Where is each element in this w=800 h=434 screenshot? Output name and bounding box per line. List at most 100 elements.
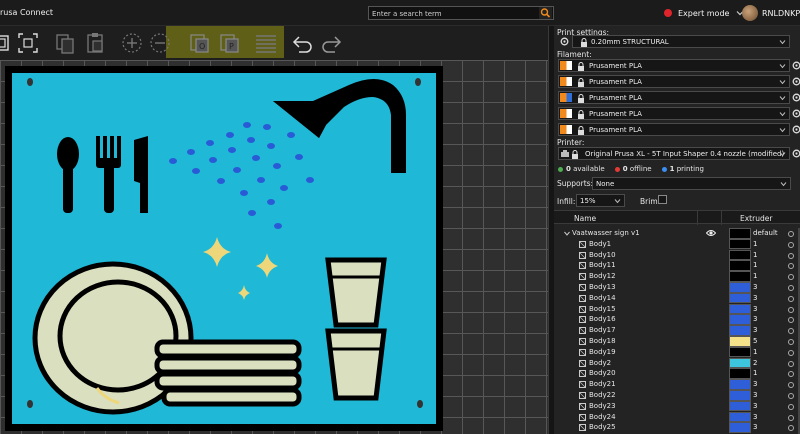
gear-icon[interactable]: [792, 149, 800, 158]
search-icon[interactable]: [539, 7, 552, 19]
extruder-dropdown-icon[interactable]: [788, 349, 794, 356]
extruder-dropdown-icon[interactable]: [788, 425, 794, 432]
extruder-value[interactable]: 3: [753, 305, 757, 313]
filament-color-swatch[interactable]: [560, 109, 572, 118]
filament-select[interactable]: Prusament PLA: [558, 75, 790, 88]
extruder-dropdown-icon[interactable]: [788, 306, 794, 313]
print-profile-select[interactable]: 0.20mm STRUCTURAL: [572, 35, 790, 48]
object-row[interactable]: Vaatwasser sign v1 default: [554, 228, 800, 239]
extruder-value[interactable]: 2: [753, 359, 757, 367]
body-row[interactable]: Body1 1: [554, 238, 800, 250]
extruder-value[interactable]: 3: [753, 413, 757, 421]
user-account[interactable]: RNLDNKP: [742, 4, 800, 22]
extruder-value[interactable]: 1: [753, 251, 757, 259]
gear-icon[interactable]: [792, 77, 800, 86]
extruder-value[interactable]: default: [753, 229, 778, 237]
extruder-value[interactable]: 1: [753, 240, 757, 248]
gear-icon[interactable]: [792, 93, 800, 102]
printer-select[interactable]: Original Prusa XL - 5T Input Shaper 0.4 …: [558, 147, 790, 160]
add-instance-icon[interactable]: [120, 30, 144, 56]
extruder-dropdown-icon[interactable]: [788, 328, 794, 335]
model-vaatwasser-sign[interactable]: [1, 63, 444, 434]
body-row[interactable]: Body22 3: [554, 390, 800, 401]
extruder-dropdown-icon[interactable]: [788, 241, 794, 248]
split-to-objects-icon[interactable]: O: [188, 30, 212, 56]
gear-icon[interactable]: [792, 109, 800, 118]
brim-checkbox[interactable]: [658, 195, 667, 204]
name-column-header[interactable]: Name: [574, 214, 596, 223]
body-row[interactable]: Body2 2: [554, 357, 800, 369]
extruder-value[interactable]: 5: [753, 337, 757, 345]
extruder-dropdown-icon[interactable]: [788, 317, 794, 324]
body-row[interactable]: Body11 1: [554, 260, 800, 271]
arrange-icon[interactable]: [0, 30, 14, 56]
redo-icon[interactable]: [320, 30, 344, 56]
filament-color-swatch[interactable]: [560, 93, 572, 102]
body-row[interactable]: Body18 5: [554, 336, 800, 347]
extruder-dropdown-icon[interactable]: [788, 285, 794, 291]
extruder-value[interactable]: 1: [753, 261, 757, 269]
undo-icon[interactable]: [290, 30, 314, 56]
app-title[interactable]: rusa Connect: [0, 8, 53, 17]
paste-icon[interactable]: [84, 30, 108, 56]
extruder-value[interactable]: 1: [753, 272, 757, 280]
search-input[interactable]: [372, 8, 532, 19]
body-row[interactable]: Body12 1: [554, 271, 800, 282]
extruder-dropdown-icon[interactable]: [788, 295, 794, 302]
filament-select[interactable]: Prusament PLA: [558, 91, 790, 104]
layers-editing-icon[interactable]: [254, 30, 278, 56]
body-row[interactable]: Body19 1: [554, 346, 800, 358]
filament-color-swatch[interactable]: [560, 61, 572, 70]
body-row[interactable]: Body21 3: [554, 379, 800, 390]
chevron-down-icon[interactable]: [564, 231, 570, 236]
extruder-value[interactable]: 3: [753, 391, 757, 399]
split-to-parts-icon[interactable]: P: [218, 30, 242, 56]
extruder-dropdown-icon[interactable]: [788, 274, 794, 281]
extruder-dropdown-icon[interactable]: [788, 393, 794, 399]
extruder-dropdown-icon[interactable]: [788, 231, 794, 237]
filament-color-swatch[interactable]: [560, 77, 572, 86]
filament-select[interactable]: Prusament PLA: [558, 107, 790, 120]
extruder-value[interactable]: 3: [753, 315, 757, 323]
extruder-value[interactable]: 3: [753, 326, 757, 334]
body-row[interactable]: Body14 3: [554, 292, 800, 304]
extruder-value[interactable]: 3: [753, 402, 757, 410]
extruder-dropdown-icon[interactable]: [788, 360, 794, 367]
extruder-value[interactable]: 1: [753, 348, 757, 356]
remove-instance-icon[interactable]: [148, 30, 172, 56]
body-row[interactable]: Body23 3: [554, 400, 800, 412]
3d-viewport[interactable]: [0, 60, 548, 434]
extruder-value[interactable]: 3: [753, 423, 757, 431]
extruder-dropdown-icon[interactable]: [788, 382, 794, 389]
extruder-dropdown-icon[interactable]: [788, 263, 794, 270]
body-row[interactable]: Body17 3: [554, 325, 800, 336]
search-box[interactable]: [368, 6, 554, 20]
extruder-dropdown-icon[interactable]: [788, 339, 794, 345]
filament-color-swatch[interactable]: [560, 125, 572, 134]
gear-icon[interactable]: [792, 61, 800, 70]
supports-select[interactable]: None: [592, 177, 791, 190]
extruder-dropdown-icon[interactable]: [788, 414, 794, 421]
extruder-dropdown-icon[interactable]: [788, 371, 794, 378]
extruder-column-header[interactable]: Extruder: [740, 214, 772, 223]
infill-select[interactable]: 15%: [576, 194, 625, 207]
body-row[interactable]: Body15 3: [554, 303, 800, 315]
mode-selector[interactable]: Expert mode: [664, 7, 744, 19]
body-row[interactable]: Body16 3: [554, 314, 800, 325]
body-row[interactable]: Body10 1: [554, 249, 800, 261]
extruder-value[interactable]: 3: [753, 380, 757, 388]
extruder-value[interactable]: 3: [753, 294, 757, 302]
body-row[interactable]: Body25 3: [554, 422, 800, 433]
arrange-selection-icon[interactable]: [16, 30, 40, 56]
body-row[interactable]: Body20 1: [554, 368, 800, 379]
eye-icon[interactable]: [706, 229, 716, 237]
filament-select[interactable]: Prusament PLA: [558, 123, 790, 136]
gear-icon[interactable]: [792, 125, 800, 134]
filament-select[interactable]: Prusament PLA: [558, 59, 790, 72]
body-row[interactable]: Body24 3: [554, 411, 800, 423]
copy-icon[interactable]: [54, 30, 78, 56]
extruder-dropdown-icon[interactable]: [788, 403, 794, 410]
extruder-dropdown-icon[interactable]: [788, 252, 794, 259]
extruder-value[interactable]: 3: [753, 283, 757, 291]
gear-icon[interactable]: [560, 37, 569, 46]
